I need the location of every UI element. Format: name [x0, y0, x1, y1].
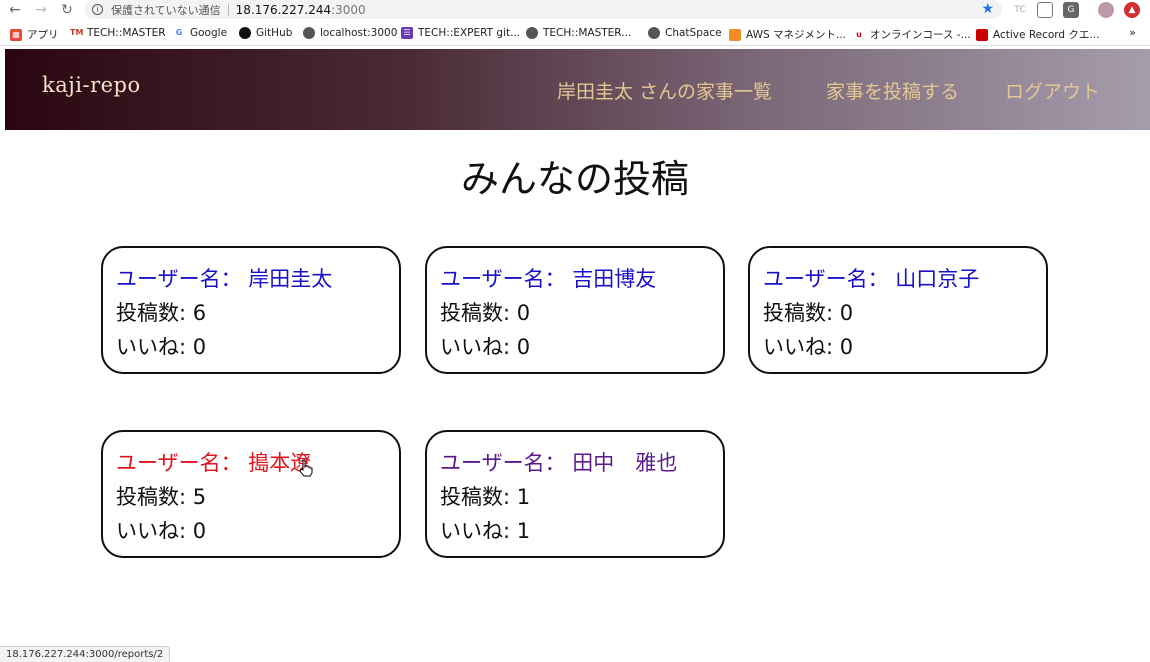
address-separator: [227, 3, 229, 16]
user-card: ユーザー名： 山口京子 投稿数: 0 いいね: 0: [748, 246, 1048, 374]
bookmark-chatspace[interactable]: ChatSpace: [648, 27, 722, 39]
status-bar-url: 18.176.227.244:3000/reports/2: [0, 646, 171, 662]
security-label: 保護されていない通信: [111, 3, 221, 17]
bookmarks-overflow-icon[interactable]: »: [1129, 26, 1136, 39]
bookmark-apps[interactable]: ▦ アプリ: [10, 27, 59, 42]
nav-my-chores-link[interactable]: 岸田圭太 さんの家事一覧: [557, 77, 772, 104]
globe-icon: [648, 27, 660, 39]
bookmark-label: オンラインコース -...: [870, 29, 971, 41]
user-card: ユーザー名： 田中 雅也 投稿数: 1 いいね: 1: [425, 430, 725, 558]
bookmark-star-icon[interactable]: ★: [981, 1, 994, 18]
bookmark-label: Active Record クエ...: [993, 29, 1100, 41]
bookmark-localhost[interactable]: localhost:3000: [303, 27, 397, 39]
apps-grid-icon: ▦: [10, 28, 22, 41]
user-card: ユーザー名： 岸田圭太 投稿数: 6 いいね: 0: [101, 246, 401, 374]
forward-arrow-icon[interactable]: →: [28, 0, 54, 20]
globe-icon: [303, 27, 315, 39]
nav-logout-link[interactable]: ログアウト: [1005, 77, 1100, 104]
bookmark-label: アプリ: [27, 29, 59, 41]
user-name-link[interactable]: ユーザー名： 岸田圭太: [116, 263, 332, 293]
user-post-count: 投稿数: 5: [116, 485, 207, 509]
bookmark-label: TECH::MASTER: [87, 27, 166, 39]
bookmark-techmaster[interactable]: TM TECH::MASTER: [70, 27, 166, 39]
back-arrow-icon[interactable]: ←: [2, 0, 28, 20]
hand-pointer-cursor-icon: [299, 459, 313, 477]
rails-icon: [976, 28, 988, 41]
browser-toolbar: ← → ↻ i 保護されていない通信 18.176.227.244:3000 ★…: [0, 0, 1150, 20]
bookmark-label: ChatSpace: [665, 27, 722, 39]
bookmark-udemy[interactable]: u オンラインコース -...: [853, 27, 971, 42]
udemy-icon: u: [853, 28, 865, 41]
user-name-link[interactable]: ユーザー名： 吉田博友: [440, 263, 656, 293]
extension-g-icon[interactable]: G: [1063, 2, 1079, 18]
bookmark-techmaster-2[interactable]: TECH::MASTER...: [526, 27, 631, 39]
extension-cast-icon[interactable]: [1037, 2, 1053, 18]
bookmark-label: AWS マネジメント...: [746, 29, 847, 41]
user-post-count: 投稿数: 1: [440, 485, 531, 509]
user-like-count: いいね: 1: [440, 519, 531, 543]
address-bar[interactable]: i 保護されていない通信 18.176.227.244:3000 ★: [84, 0, 1002, 19]
extension-red-icon[interactable]: ▲: [1124, 2, 1140, 18]
doc-icon: ☰: [401, 27, 413, 39]
user-post-count: 投稿数: 6: [116, 301, 207, 325]
profile-avatar-icon[interactable]: [1098, 2, 1114, 18]
user-like-count: いいね: 0: [440, 335, 531, 359]
url-port: :3000: [331, 2, 366, 17]
bookmark-github[interactable]: GitHub: [239, 27, 292, 39]
globe-icon: [526, 27, 538, 39]
user-post-count: 投稿数: 0: [763, 301, 854, 325]
google-icon: G: [173, 27, 185, 39]
bookmark-activerecord[interactable]: Active Record クエ...: [976, 27, 1099, 42]
user-card: ユーザー名： 吉田博友 投稿数: 0 いいね: 0: [425, 246, 725, 374]
user-name-link[interactable]: ユーザー名： 田中 雅也: [440, 447, 677, 477]
site-header: kaji-repo 岸田圭太 さんの家事一覧 家事を投稿する ログアウト: [5, 49, 1150, 130]
user-like-count: いいね: 0: [763, 335, 854, 359]
bookmark-label: TECH::MASTER...: [543, 27, 632, 39]
techmaster-icon: TM: [70, 27, 84, 39]
url-host: 18.176.227.244: [235, 2, 332, 17]
user-card: ユーザー名： 搗本遼 投稿数: 5 いいね: 0: [101, 430, 401, 558]
bookmark-label: GitHub: [256, 27, 293, 39]
extension-tc-icon[interactable]: TC: [1012, 2, 1028, 18]
info-icon[interactable]: i: [92, 4, 103, 15]
aws-icon: [729, 28, 741, 41]
bookmark-label: localhost:3000: [320, 27, 398, 39]
page-title: みんなの投稿: [460, 157, 689, 201]
nav-post-chore-link[interactable]: 家事を投稿する: [826, 77, 959, 104]
site-logo[interactable]: kaji-repo: [42, 73, 141, 97]
user-name-link[interactable]: ユーザー名： 山口京子: [763, 263, 979, 293]
github-icon: [239, 27, 251, 39]
bookmarks-bar: ▦ アプリ TM TECH::MASTER G Google GitHub lo…: [0, 22, 1150, 46]
bookmark-techexpert[interactable]: ☰ TECH::EXPERT git...: [401, 27, 520, 39]
user-post-count: 投稿数: 0: [440, 301, 531, 325]
bookmark-label: TECH::EXPERT git...: [418, 27, 521, 39]
user-like-count: いいね: 0: [116, 519, 207, 543]
user-like-count: いいね: 0: [116, 335, 207, 359]
bookmark-aws[interactable]: AWS マネジメント...: [729, 27, 846, 42]
bookmark-google[interactable]: G Google: [173, 27, 227, 39]
reload-icon[interactable]: ↻: [54, 0, 80, 20]
user-name-link[interactable]: ユーザー名： 搗本遼: [116, 447, 311, 477]
bookmark-label: Google: [190, 27, 228, 39]
